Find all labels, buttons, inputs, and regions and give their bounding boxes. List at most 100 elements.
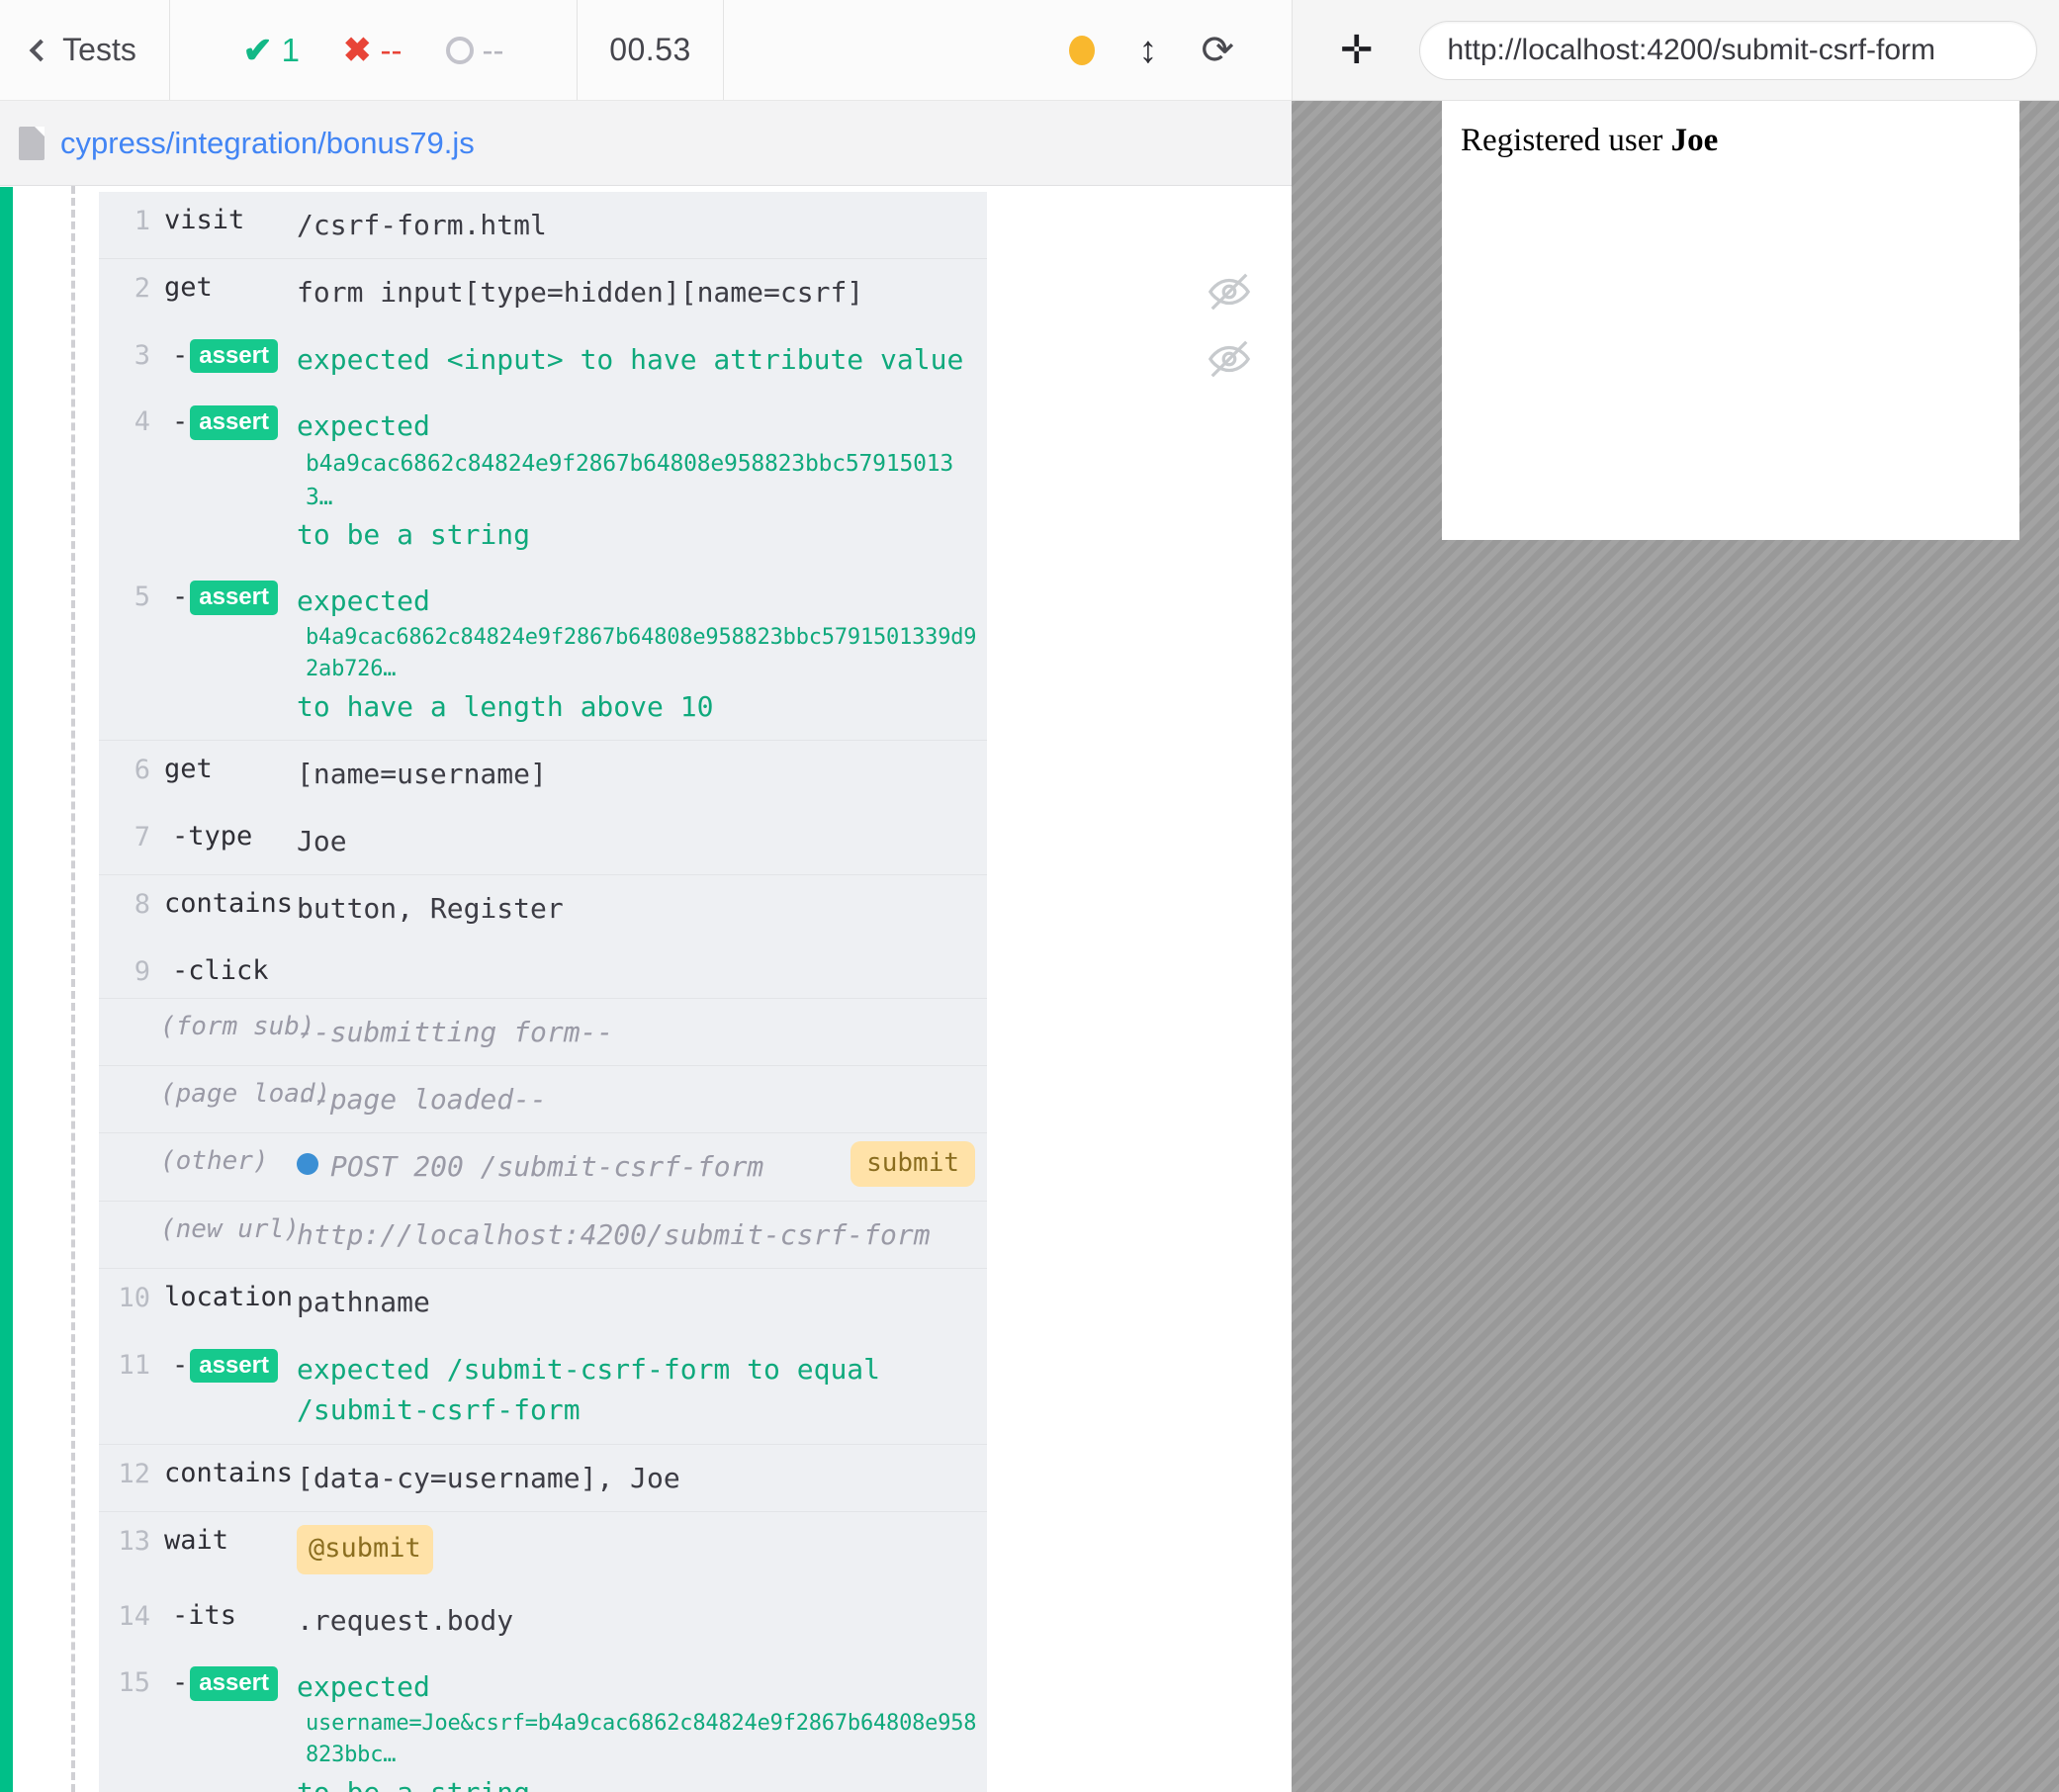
command-name: contains	[150, 1445, 297, 1488]
child-dash: -	[172, 1350, 188, 1381]
command-name: location	[150, 1269, 297, 1312]
command-number: 11	[99, 1336, 150, 1381]
alias-pill: @submit	[297, 1525, 433, 1574]
command-log-row[interactable]: (page load)--page loaded--	[99, 1065, 987, 1132]
assert-badge: assert	[190, 581, 278, 615]
cypress-test-runner: Tests ✔ 1 ✖ -- -- 00.53	[0, 0, 2059, 1792]
file-icon	[19, 127, 45, 160]
circle-icon	[446, 37, 474, 64]
command-name: contains	[150, 875, 297, 919]
command-number: 5	[99, 568, 150, 612]
header-controls: ↕ ⟳	[1069, 0, 1292, 100]
command-log-row[interactable]: 12contains[data-cy=username], Joe	[99, 1444, 987, 1511]
command-log: 1visit/csrf-form.html2getform input[type…	[99, 192, 987, 1792]
command-number: 6	[99, 741, 150, 785]
orange-dot-icon[interactable]	[1069, 36, 1095, 65]
command-log-row[interactable]: 4-assertexpectedb4a9cac6862c84824e9f2867…	[99, 393, 987, 568]
command-log-row[interactable]: (form sub)--submitting form--	[99, 998, 987, 1065]
command-log-row[interactable]: 14-its.request.body	[99, 1587, 987, 1654]
x-icon: ✖	[343, 34, 372, 67]
hash-value: b4a9cac6862c84824e9f2867b64808e958823bbc…	[297, 622, 977, 686]
command-number	[99, 1066, 150, 1080]
command-log-row[interactable]: (other)POST 200 /submit-csrf-formsubmit	[99, 1132, 987, 1200]
command-number: 2	[99, 259, 150, 304]
child-dash: -	[172, 406, 188, 437]
command-name: visit	[150, 192, 297, 235]
spec-file-bar[interactable]: cypress/integration/bonus79.js	[0, 101, 1292, 186]
header-spacer	[724, 0, 1069, 100]
chevron-left-icon	[30, 39, 52, 61]
aut-url-bar: ✛ http://localhost:4200/submit-csrf-form	[1292, 0, 2059, 101]
command-log-row[interactable]: 6get[name=username]	[99, 740, 987, 807]
command-number: 12	[99, 1445, 150, 1489]
command-number: 8	[99, 875, 150, 920]
command-log-row[interactable]: 10locationpathname	[99, 1268, 987, 1335]
child-dash: -	[172, 340, 188, 371]
spec-file-path[interactable]: cypress/integration/bonus79.js	[60, 126, 475, 161]
passed-count: 1	[282, 32, 300, 69]
failed-count: --	[381, 32, 403, 69]
registered-user-prefix: Registered user	[1461, 123, 1671, 158]
command-name: -assert	[150, 1654, 297, 1701]
selector-playground-icon[interactable]: ✛	[1340, 31, 1374, 70]
child-dash: -	[172, 1667, 188, 1698]
command-message: expectedb4a9cac6862c84824e9f2867b64808e9…	[297, 393, 987, 568]
command-name: -assert	[150, 568, 297, 615]
command-name: (new url)	[150, 1202, 297, 1244]
aut-iframe[interactable]: Registered user Joe	[1442, 101, 2019, 540]
command-number: 14	[99, 1587, 150, 1632]
command-log-row[interactable]: 11-assertexpected /submit-csrf-form to e…	[99, 1336, 987, 1444]
run-status-stripe	[0, 187, 13, 1792]
command-name: -assert	[150, 393, 297, 440]
route-status-dot-icon	[297, 1153, 318, 1175]
command-log-row[interactable]: 13wait@submit	[99, 1511, 987, 1587]
command-log-row[interactable]: 15-assertexpectedusername=Joe&csrf=b4a9c…	[99, 1654, 987, 1792]
command-message: expectedb4a9cac6862c84824e9f2867b64808e9…	[297, 568, 987, 740]
registered-username: Joe	[1671, 123, 1719, 158]
reporter-header: Tests ✔ 1 ✖ -- -- 00.53	[0, 0, 1292, 101]
command-message: [data-cy=username], Joe	[297, 1445, 987, 1511]
command-message: @submit	[297, 1512, 987, 1587]
command-log-row[interactable]: 5-assertexpectedb4a9cac6862c84824e9f2867…	[99, 568, 987, 740]
command-number: 7	[99, 808, 150, 852]
command-log-row[interactable]: 2getform input[type=hidden][name=csrf]	[99, 258, 987, 325]
command-log-row[interactable]: 1visit/csrf-form.html	[99, 192, 987, 258]
back-to-tests-label: Tests	[62, 32, 136, 68]
eye-slash-icon[interactable]	[1207, 336, 1252, 382]
command-name: -assert	[150, 326, 297, 374]
command-log-row[interactable]: 9-click	[99, 942, 987, 998]
command-message: form input[type=hidden][name=csrf]	[297, 259, 987, 325]
child-dash: -	[172, 582, 188, 612]
command-number	[99, 1202, 150, 1215]
stat-failed: ✖ --	[321, 32, 423, 69]
test-stats: ✔ 1 ✖ -- --	[170, 0, 578, 100]
command-message: Joe	[297, 808, 987, 874]
command-number: 1	[99, 192, 150, 236]
command-log-wrapper: 1visit/csrf-form.html2getform input[type…	[0, 186, 1292, 1792]
updown-arrow-icon[interactable]: ↕	[1138, 32, 1157, 69]
command-name: get	[150, 741, 297, 784]
eye-slash-icon[interactable]	[1207, 269, 1252, 314]
run-duration: 00.53	[578, 0, 724, 100]
command-name: -assert	[150, 1336, 297, 1384]
back-to-tests-button[interactable]: Tests	[0, 0, 170, 100]
command-message: http://localhost:4200/submit-csrf-form	[297, 1202, 987, 1268]
command-name: (page load)	[150, 1066, 297, 1109]
command-log-row[interactable]: (new url)http://localhost:4200/submit-cs…	[99, 1201, 987, 1268]
command-number: 9	[99, 942, 150, 987]
command-message: pathname	[297, 1269, 987, 1335]
command-number	[99, 999, 150, 1013]
aut-url-input[interactable]: http://localhost:4200/submit-csrf-form	[1419, 21, 2037, 80]
command-log-row[interactable]: 8containsbutton, Register	[99, 874, 987, 941]
command-number: 15	[99, 1654, 150, 1698]
command-log-row[interactable]: 7-typeJoe	[99, 808, 987, 874]
command-log-row[interactable]: 3-assertexpected <input> to have attribu…	[99, 326, 987, 393]
command-number: 4	[99, 393, 150, 437]
command-name: get	[150, 259, 297, 303]
command-number: 3	[99, 326, 150, 371]
command-name: (other)	[150, 1133, 297, 1176]
aut-preview-panel: ✛ http://localhost:4200/submit-csrf-form…	[1292, 0, 2059, 1792]
stat-pending: --	[424, 32, 526, 69]
reload-icon[interactable]: ⟳	[1201, 31, 1234, 70]
assert-badge: assert	[190, 1666, 278, 1701]
